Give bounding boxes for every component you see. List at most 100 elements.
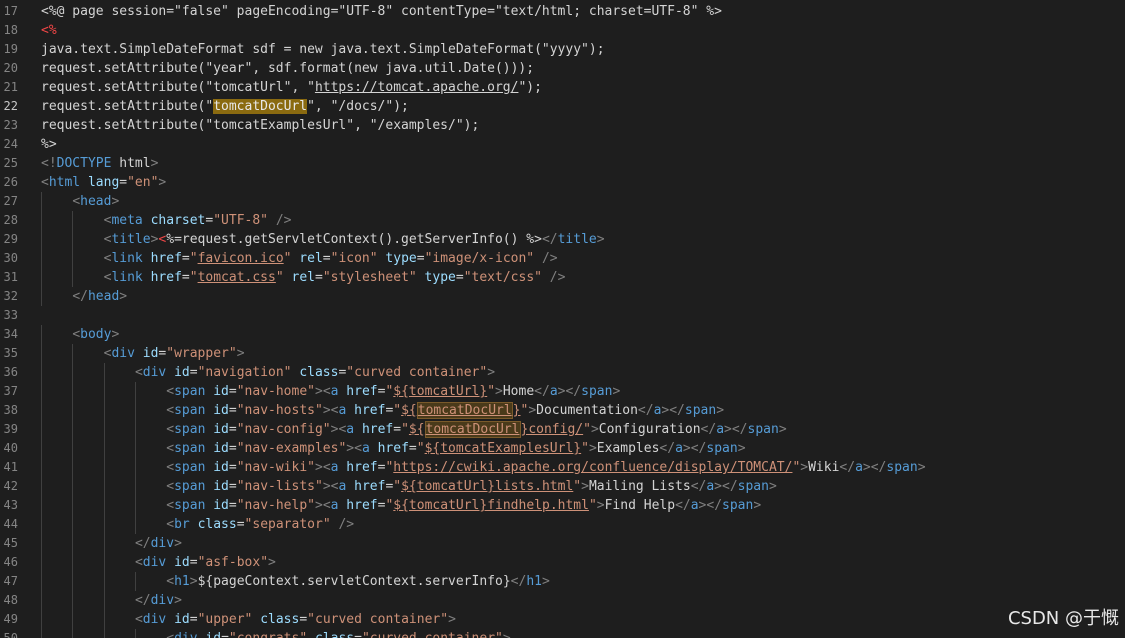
indent-guide	[134, 629, 136, 638]
code-text: <span id="nav-help"><a href="${tomcatUrl…	[166, 496, 761, 515]
code-line[interactable]: 39 <span id="nav-config"><a href="${tomca…	[0, 420, 1125, 439]
line-number: 39	[3, 422, 18, 436]
indent-guide	[134, 439, 136, 458]
indent-guide	[41, 268, 42, 287]
code-line[interactable]: 29 <title><%=request.getServletContext().…	[0, 230, 1125, 249]
code-line[interactable]: 20 request.setAttribute("year", sdf.forma…	[0, 59, 1125, 78]
code-token: Home	[502, 384, 535, 399]
code-token: <	[166, 441, 175, 456]
code-line[interactable]: 48 </div>	[0, 591, 1125, 610]
code-line[interactable]: 50<div id="congrats" class="curved conta…	[0, 629, 1125, 638]
code-token: >	[800, 460, 809, 475]
code-line[interactable]: 33	[0, 306, 1125, 325]
code-line[interactable]: 34 <body>	[0, 325, 1125, 344]
code-token: meta	[111, 213, 143, 228]
code-token: >	[768, 479, 777, 494]
code-token: type	[416, 270, 456, 285]
code-line[interactable]: 31 <link href="tomcat.css" rel="styleshee…	[0, 268, 1125, 287]
code-token: "curved container"	[346, 365, 488, 380]
line-number: 50	[3, 631, 18, 638]
code-token: </	[870, 460, 887, 475]
code-line[interactable]: 36 <div id="navigation" class="curved con…	[0, 363, 1125, 382]
code-text: <div id="asf-box">	[135, 553, 276, 572]
code-line[interactable]: 49 <div id="upper" class="curved containe…	[0, 610, 1125, 629]
code-line[interactable]: 41 <span id="nav-wiki"><a href="https://c…	[0, 458, 1125, 477]
code-token: <	[134, 555, 143, 570]
indent-guide	[103, 496, 105, 515]
code-line[interactable]: 28 <meta charset="UTF-8" />	[0, 211, 1125, 230]
code-token: "	[189, 251, 198, 266]
code-token: <!	[41, 156, 57, 171]
code-line[interactable]: 22 request.setAttribute("tomcatDocUrl", "…	[0, 97, 1125, 116]
code-token: id	[166, 555, 190, 570]
code-token: >	[724, 422, 732, 437]
code-line[interactable]: 37 <span id="nav-home"><a href="${tomcatU…	[0, 382, 1125, 401]
code-token: <	[72, 194, 81, 209]
code-line[interactable]: 26 <html lang="en">	[0, 173, 1125, 192]
code-line[interactable]: 23 request.setAttribute("tomcatExamplesUr…	[0, 116, 1125, 135]
code-token: =	[408, 441, 417, 456]
code-token: id	[205, 384, 229, 399]
indent-guide	[41, 230, 42, 249]
code-line[interactable]: 47 <h1>${pageContext.servletContext.serve…	[0, 572, 1125, 591]
code-line[interactable]: 27 <head>	[0, 192, 1125, 211]
code-token: </	[700, 422, 717, 437]
code-token: "text/css"	[463, 270, 542, 285]
code-line[interactable]: 32 </head>	[0, 287, 1125, 306]
code-text: java.text.SimpleDateFormat sdf = new jav…	[41, 40, 605, 59]
code-line[interactable]: 42 <span id="nav-lists"><a href="${tomcat…	[0, 477, 1125, 496]
indent-guide	[103, 477, 105, 496]
indent-guide	[72, 420, 74, 439]
code-token: Mailing Lists	[588, 479, 691, 494]
code-token: type	[377, 251, 417, 266]
indent-guide	[41, 325, 42, 344]
code-line[interactable]: 43 <span id="nav-help"><a href="${tomcatU…	[0, 496, 1125, 515]
indent-guide	[41, 192, 42, 211]
code-line[interactable]: 46 <div id="asf-box">	[0, 553, 1125, 572]
indent-guide	[72, 439, 74, 458]
code-line[interactable]: 40 <span id="nav-examples"><a href="${tom…	[0, 439, 1125, 458]
code-token: https://cwiki.apache.org/confluence/disp…	[393, 460, 793, 475]
code-token: div	[111, 346, 135, 361]
code-token: DOCTYPE	[56, 156, 112, 171]
code-line[interactable]: 38 <span id="nav-hosts"><a href="${tomcat…	[0, 401, 1125, 420]
code-token: >	[150, 156, 159, 171]
code-token: <	[134, 612, 143, 627]
code-token: div	[150, 593, 175, 608]
code-line[interactable]: 24 %>	[0, 135, 1125, 154]
indent-guide	[72, 382, 74, 401]
code-line[interactable]: 45 </div>	[0, 534, 1125, 553]
code-token: charset	[142, 213, 206, 228]
code-token: <	[72, 327, 81, 342]
code-line[interactable]: 21 request.setAttribute("tomcatUrl", "htt…	[0, 78, 1125, 97]
indent-guide	[41, 591, 42, 610]
indent-guide	[72, 534, 74, 553]
code-token: div	[142, 365, 167, 380]
code-line[interactable]: 25 <!DOCTYPE html>	[0, 154, 1125, 173]
indent-guide	[134, 477, 136, 496]
code-line[interactable]: 17 <%@ page session="false" pageEncoding=…	[0, 2, 1125, 21]
code-editor[interactable]: 17 <%@ page session="false" pageEncoding=…	[0, 2, 1125, 638]
code-line[interactable]: 35 <div id="wrapper">	[0, 344, 1125, 363]
code-line[interactable]: 30 <link href="favicon.ico" rel="icon" ty…	[0, 249, 1125, 268]
code-token: </	[731, 422, 748, 437]
code-token: title	[557, 232, 597, 247]
code-token: span	[174, 384, 206, 399]
code-token: href	[142, 270, 182, 285]
code-line[interactable]: 44 <br class="separator" />	[0, 515, 1125, 534]
code-token: <	[41, 175, 49, 190]
csdn-watermark: CSDN @于慨	[1007, 608, 1119, 629]
line-number: 20	[3, 61, 18, 75]
code-token: >	[503, 631, 511, 638]
code-token: request.setAttribute("tomcatUrl", "	[41, 80, 315, 95]
code-line[interactable]: 18 <%	[0, 21, 1125, 40]
line-number: 42	[3, 479, 18, 493]
indent-guide	[134, 572, 136, 591]
indent-guide	[41, 287, 42, 306]
code-text: request.setAttribute("year", sdf.format(…	[41, 59, 534, 78]
code-token: ", "/docs/");	[307, 99, 409, 114]
code-token: >	[189, 574, 198, 589]
code-token: =	[228, 403, 237, 418]
code-line[interactable]: 19 java.text.SimpleDateFormat sdf = new j…	[0, 40, 1125, 59]
line-number: 43	[3, 498, 18, 512]
